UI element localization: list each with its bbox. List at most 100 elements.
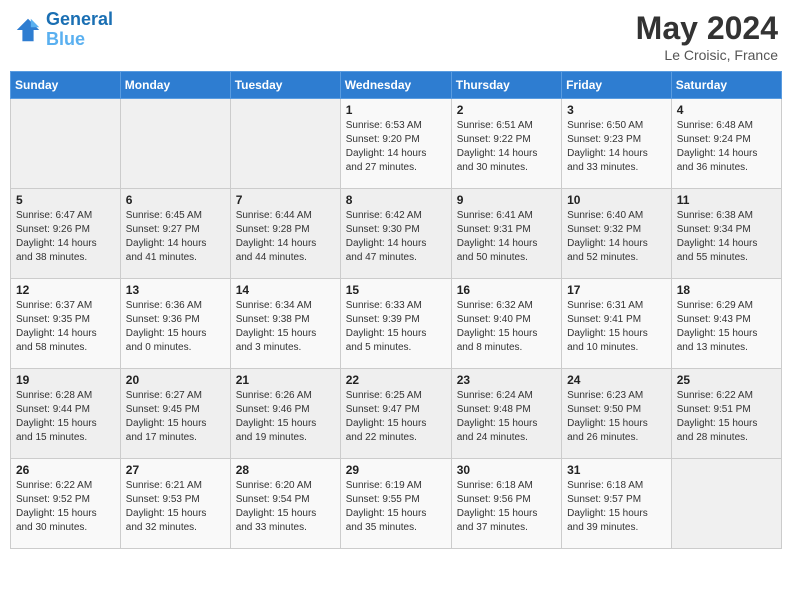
day-number: 20: [126, 373, 225, 387]
calendar: SundayMondayTuesdayWednesdayThursdayFrid…: [10, 71, 782, 549]
calendar-cell: 18 Sunrise: 6:29 AMSunset: 9:43 PMDayligh…: [671, 279, 781, 369]
day-header-row: SundayMondayTuesdayWednesdayThursdayFrid…: [11, 72, 782, 99]
day-info: Sunrise: 6:33 AMSunset: 9:39 PMDaylight:…: [346, 299, 446, 355]
calendar-week-row: 12Sunrise: 6:37 AMSunset: 9:35 PMDayligh…: [11, 279, 782, 369]
day-info: Sunrise: 6:41 AMSunset: 9:31 PMDaylight:…: [457, 209, 556, 265]
calendar-cell: 15 Sunrise: 6:33 AMSunset: 9:39 PMDayligh…: [340, 279, 451, 369]
day-info: Sunrise: 6:18 AMSunset: 9:56 PMDaylight:…: [457, 479, 556, 535]
day-number: 3: [567, 103, 666, 117]
calendar-cell: 6 Sunrise: 6:45 AMSunset: 9:27 PMDaylight…: [120, 189, 230, 279]
calendar-cell: [671, 459, 781, 549]
day-info: Sunrise: 6:53 AMSunset: 9:20 PMDaylight:…: [346, 119, 446, 175]
calendar-cell: [120, 99, 230, 189]
day-number: 24: [567, 373, 666, 387]
day-number: 2: [457, 103, 556, 117]
day-of-week-header: Monday: [120, 72, 230, 99]
day-number: 8: [346, 193, 446, 207]
day-number: 28: [236, 463, 335, 477]
calendar-cell: 27 Sunrise: 6:21 AMSunset: 9:53 PMDayligh…: [120, 459, 230, 549]
month-title: May 2024: [636, 10, 778, 47]
day-number: 6: [126, 193, 225, 207]
calendar-cell: 9 Sunrise: 6:41 AMSunset: 9:31 PMDaylight…: [451, 189, 561, 279]
day-number: 10: [567, 193, 666, 207]
calendar-week-row: 26 Sunrise: 6:22 AMSunset: 9:52 PMDayligh…: [11, 459, 782, 549]
day-of-week-header: Sunday: [11, 72, 121, 99]
calendar-cell: 25 Sunrise: 6:22 AMSunset: 9:51 PMDayligh…: [671, 369, 781, 459]
logo-icon: [14, 16, 42, 44]
day-number: 30: [457, 463, 556, 477]
day-info: Sunrise: 6:21 AMSunset: 9:53 PMDaylight:…: [126, 479, 225, 535]
day-info: Sunrise: 6:48 AMSunset: 9:24 PMDaylight:…: [677, 119, 776, 175]
day-info: Sunrise: 6:51 AMSunset: 9:22 PMDaylight:…: [457, 119, 556, 175]
day-info: Sunrise: 6:34 AMSunset: 9:38 PMDaylight:…: [236, 299, 335, 355]
calendar-cell: 11Sunrise: 6:38 AMSunset: 9:34 PMDayligh…: [671, 189, 781, 279]
day-info: Sunrise: 6:27 AMSunset: 9:45 PMDaylight:…: [126, 389, 225, 445]
calendar-cell: 17Sunrise: 6:31 AMSunset: 9:41 PMDayligh…: [562, 279, 672, 369]
day-info: Sunrise: 6:29 AMSunset: 9:43 PMDaylight:…: [677, 299, 776, 355]
day-info: Sunrise: 6:44 AMSunset: 9:28 PMDaylight:…: [236, 209, 335, 265]
day-info: Sunrise: 6:19 AMSunset: 9:55 PMDaylight:…: [346, 479, 446, 535]
calendar-cell: [230, 99, 340, 189]
location: Le Croisic, France: [636, 47, 778, 63]
calendar-cell: 26 Sunrise: 6:22 AMSunset: 9:52 PMDayligh…: [11, 459, 121, 549]
calendar-cell: 5 Sunrise: 6:47 AMSunset: 9:26 PMDaylight…: [11, 189, 121, 279]
logo-text: General Blue: [46, 10, 113, 50]
calendar-cell: 13Sunrise: 6:36 AMSunset: 9:36 PMDayligh…: [120, 279, 230, 369]
day-number: 25: [677, 373, 776, 387]
calendar-cell: 28 Sunrise: 6:20 AMSunset: 9:54 PMDayligh…: [230, 459, 340, 549]
logo: General Blue: [14, 10, 113, 50]
calendar-cell: 20 Sunrise: 6:27 AMSunset: 9:45 PMDayligh…: [120, 369, 230, 459]
day-info: Sunrise: 6:38 AMSunset: 9:34 PMDaylight:…: [677, 209, 776, 265]
day-info: Sunrise: 6:26 AMSunset: 9:46 PMDaylight:…: [236, 389, 335, 445]
calendar-cell: 1 Sunrise: 6:53 AMSunset: 9:20 PMDaylight…: [340, 99, 451, 189]
calendar-cell: [11, 99, 121, 189]
day-number: 16: [457, 283, 556, 297]
day-number: 18: [677, 283, 776, 297]
calendar-cell: 8 Sunrise: 6:42 AMSunset: 9:30 PMDaylight…: [340, 189, 451, 279]
day-number: 27: [126, 463, 225, 477]
day-info: Sunrise: 6:28 AMSunset: 9:44 PMDaylight:…: [16, 389, 115, 445]
day-info: Sunrise: 6:42 AMSunset: 9:30 PMDaylight:…: [346, 209, 446, 265]
calendar-cell: 2 Sunrise: 6:51 AMSunset: 9:22 PMDaylight…: [451, 99, 561, 189]
day-info: Sunrise: 6:22 AMSunset: 9:51 PMDaylight:…: [677, 389, 776, 445]
day-number: 17: [567, 283, 666, 297]
calendar-cell: 10 Sunrise: 6:40 AMSunset: 9:32 PMDayligh…: [562, 189, 672, 279]
day-info: Sunrise: 6:32 AMSunset: 9:40 PMDaylight:…: [457, 299, 556, 355]
day-number: 5: [16, 193, 115, 207]
day-number: 21: [236, 373, 335, 387]
calendar-header: SundayMondayTuesdayWednesdayThursdayFrid…: [11, 72, 782, 99]
day-number: 22: [346, 373, 446, 387]
calendar-cell: 19 Sunrise: 6:28 AMSunset: 9:44 PMDayligh…: [11, 369, 121, 459]
day-number: 9: [457, 193, 556, 207]
day-of-week-header: Friday: [562, 72, 672, 99]
day-info: Sunrise: 6:45 AMSunset: 9:27 PMDaylight:…: [126, 209, 225, 265]
calendar-cell: 12Sunrise: 6:37 AMSunset: 9:35 PMDayligh…: [11, 279, 121, 369]
day-info: Sunrise: 6:50 AMSunset: 9:23 PMDaylight:…: [567, 119, 666, 175]
title-block: May 2024 Le Croisic, France: [636, 10, 778, 63]
calendar-week-row: 1 Sunrise: 6:53 AMSunset: 9:20 PMDaylight…: [11, 99, 782, 189]
day-info: Sunrise: 6:40 AMSunset: 9:32 PMDaylight:…: [567, 209, 666, 265]
day-number: 15: [346, 283, 446, 297]
calendar-week-row: 19 Sunrise: 6:28 AMSunset: 9:44 PMDayligh…: [11, 369, 782, 459]
day-of-week-header: Thursday: [451, 72, 561, 99]
day-info: Sunrise: 6:47 AMSunset: 9:26 PMDaylight:…: [16, 209, 115, 265]
calendar-cell: 3 Sunrise: 6:50 AMSunset: 9:23 PMDaylight…: [562, 99, 672, 189]
day-of-week-header: Saturday: [671, 72, 781, 99]
day-number: 1: [346, 103, 446, 117]
calendar-cell: 7 Sunrise: 6:44 AMSunset: 9:28 PMDaylight…: [230, 189, 340, 279]
calendar-cell: 31Sunrise: 6:18 AMSunset: 9:57 PMDayligh…: [562, 459, 672, 549]
day-number: 29: [346, 463, 446, 477]
day-number: 14: [236, 283, 335, 297]
calendar-week-row: 5 Sunrise: 6:47 AMSunset: 9:26 PMDaylight…: [11, 189, 782, 279]
day-info: Sunrise: 6:20 AMSunset: 9:54 PMDaylight:…: [236, 479, 335, 535]
calendar-cell: 16 Sunrise: 6:32 AMSunset: 9:40 PMDayligh…: [451, 279, 561, 369]
day-info: Sunrise: 6:24 AMSunset: 9:48 PMDaylight:…: [457, 389, 556, 445]
day-info: Sunrise: 6:22 AMSunset: 9:52 PMDaylight:…: [16, 479, 115, 535]
day-number: 4: [677, 103, 776, 117]
day-number: 26: [16, 463, 115, 477]
day-number: 7: [236, 193, 335, 207]
day-number: 19: [16, 373, 115, 387]
day-number: 23: [457, 373, 556, 387]
day-of-week-header: Tuesday: [230, 72, 340, 99]
calendar-cell: 21 Sunrise: 6:26 AMSunset: 9:46 PMDayligh…: [230, 369, 340, 459]
